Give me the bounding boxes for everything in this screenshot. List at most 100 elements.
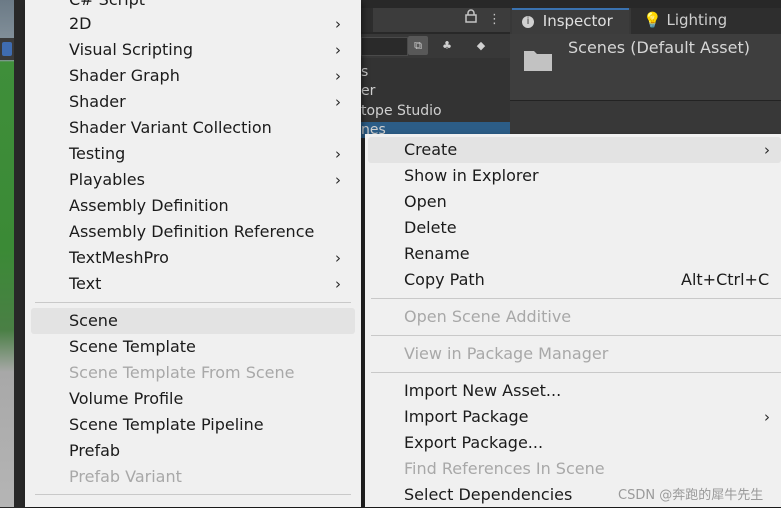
chevron-right-icon: › bbox=[335, 93, 341, 111]
menu-item-rename[interactable]: Rename bbox=[404, 241, 470, 267]
menu-item-export-package[interactable]: Export Package... bbox=[404, 430, 543, 456]
menu-item-label: Playables bbox=[69, 170, 145, 189]
menu-item-open[interactable]: Open bbox=[404, 189, 447, 215]
menu-item-label: TextMeshPro bbox=[69, 248, 169, 267]
menu-item-label: Assembly Definition Reference bbox=[69, 222, 315, 241]
menu-item-copy-path[interactable]: Copy Path Alt+Ctrl+C bbox=[404, 267, 769, 293]
menu-separator bbox=[35, 494, 351, 495]
chevron-right-icon: › bbox=[335, 67, 341, 85]
menu-item-textmeshpro[interactable]: TextMeshPro › bbox=[69, 245, 349, 271]
menu-item-label: Export Package... bbox=[404, 433, 544, 452]
kebab-menu-icon[interactable]: ⋮ bbox=[488, 8, 501, 32]
menu-separator bbox=[371, 298, 781, 299]
menu-item-label: View in Package Manager bbox=[404, 344, 609, 363]
watermark: CSDN @奔跑的犀牛先生 bbox=[618, 488, 764, 503]
menu-item-delete[interactable]: Delete bbox=[404, 215, 457, 241]
menu-item-text[interactable]: Text › bbox=[69, 271, 349, 297]
create-submenu: C# Script 2D › Visual Scripting › Shader… bbox=[25, 0, 361, 507]
tab-lighting[interactable]: 💡 Lighting bbox=[631, 8, 781, 34]
menu-item-label: Scene Template Pipeline bbox=[69, 415, 264, 434]
chevron-right-icon: › bbox=[335, 171, 341, 189]
menu-item-label: Text bbox=[69, 274, 102, 293]
project-item[interactable]: tope Studio bbox=[361, 103, 501, 119]
chevron-right-icon: › bbox=[335, 41, 341, 59]
shortcut-label: Alt+Ctrl+C bbox=[681, 270, 770, 289]
menu-item-shader-variant-collection[interactable]: Shader Variant Collection bbox=[69, 115, 349, 141]
chevron-right-icon: › bbox=[335, 275, 341, 293]
chevron-right-icon: › bbox=[335, 15, 341, 33]
scene-view[interactable] bbox=[0, 0, 14, 507]
menu-item-label: Scene bbox=[69, 311, 118, 330]
menu-item-2d[interactable]: 2D › bbox=[69, 11, 349, 37]
menu-item-label: Prefab bbox=[69, 441, 121, 460]
menu-item-import-package[interactable]: Import Package › bbox=[404, 404, 774, 430]
menu-item-label: Import Package bbox=[404, 407, 529, 426]
menu-separator bbox=[371, 372, 781, 373]
menu-item-scene-template-pipeline[interactable]: Scene Template Pipeline bbox=[69, 412, 264, 438]
menu-item-label: Shader bbox=[69, 92, 126, 111]
inspector-tab-label: Inspector bbox=[542, 12, 613, 30]
menu-item-label: 2D bbox=[69, 14, 92, 33]
menu-item-label: Testing bbox=[69, 144, 126, 163]
menu-item-label: Select Dependencies bbox=[404, 485, 573, 504]
tab-inspector[interactable]: i Inspector bbox=[512, 8, 629, 34]
menu-item-find-references-in-scene: Find References In Scene bbox=[404, 456, 605, 482]
menu-item-label: Delete bbox=[404, 218, 457, 237]
menu-item-label: Rename bbox=[404, 244, 470, 263]
menu-item-label: Create bbox=[404, 140, 458, 159]
menu-item-label: Prefab Variant bbox=[69, 467, 182, 486]
menu-item-shader-graph[interactable]: Shader Graph › bbox=[69, 63, 349, 89]
menu-item-visual-scripting[interactable]: Visual Scripting › bbox=[69, 37, 349, 63]
menu-item-label: Scene Template bbox=[69, 337, 196, 356]
menu-item-assembly-definition[interactable]: Assembly Definition bbox=[69, 193, 349, 219]
menu-item-label: Import New Asset... bbox=[404, 381, 562, 400]
menu-item-create[interactable]: Create › bbox=[368, 137, 781, 163]
chevron-right-icon: › bbox=[335, 145, 341, 163]
lock-icon[interactable] bbox=[465, 8, 477, 32]
menu-item-scene-template-from-scene: Scene Template From Scene bbox=[69, 360, 294, 386]
menu-item-import-new-asset[interactable]: Import New Asset... bbox=[404, 378, 561, 404]
menu-item-label: Show in Explorer bbox=[404, 166, 539, 185]
project-item[interactable]: er bbox=[361, 83, 501, 99]
lighting-tab-label: Lighting bbox=[666, 11, 728, 29]
menu-item-label: Volume Profile bbox=[69, 389, 184, 408]
menu-item-label: C# Script bbox=[69, 0, 145, 9]
menu-item-volume-profile[interactable]: Volume Profile bbox=[69, 386, 183, 412]
project-search-input[interactable] bbox=[361, 37, 408, 56]
search-by-type-icon[interactable]: ⧉ bbox=[408, 36, 428, 55]
menu-item-view-in-package-manager: View in Package Manager bbox=[404, 341, 608, 367]
scene-dropdown[interactable] bbox=[2, 42, 12, 56]
menu-item-prefab-variant: Prefab Variant bbox=[69, 464, 182, 490]
menu-item-shader[interactable]: Shader › bbox=[69, 89, 349, 115]
menu-item-prefab[interactable]: Prefab bbox=[69, 438, 120, 464]
menu-item-open-scene-additive: Open Scene Additive bbox=[404, 304, 571, 330]
menu-item-label: Visual Scripting bbox=[69, 40, 193, 59]
chevron-right-icon: › bbox=[764, 141, 770, 159]
info-icon: i bbox=[522, 15, 534, 28]
folder-icon bbox=[523, 48, 553, 72]
menu-separator bbox=[35, 302, 351, 303]
filter-by-label-icon[interactable]: ♣ bbox=[437, 36, 457, 55]
menu-item-label: Open bbox=[404, 192, 447, 211]
menu-item-scene[interactable]: Scene bbox=[31, 308, 355, 334]
menu-item-scene-template[interactable]: Scene Template bbox=[69, 334, 196, 360]
menu-item-testing[interactable]: Testing › bbox=[69, 141, 349, 167]
menu-item-label: Find References In Scene bbox=[404, 459, 605, 478]
project-tab[interactable] bbox=[361, 8, 373, 32]
menu-separator bbox=[371, 335, 781, 336]
menu-item-select-dependencies[interactable]: Select Dependencies bbox=[404, 482, 572, 508]
project-item[interactable]: s bbox=[361, 64, 501, 80]
menu-item-label: Scene Template From Scene bbox=[69, 363, 295, 382]
context-menu: Create › Show in Explorer Open Delete Re… bbox=[365, 134, 781, 507]
menu-item-label: Open Scene Additive bbox=[404, 307, 572, 326]
chevron-right-icon: › bbox=[764, 408, 770, 426]
menu-item-label: Shader Graph bbox=[69, 66, 180, 85]
menu-item-assembly-definition-reference[interactable]: Assembly Definition Reference bbox=[69, 219, 349, 245]
inspector-title: Scenes (Default Asset) bbox=[568, 38, 750, 57]
tag-icon[interactable]: ◆ bbox=[471, 36, 491, 55]
menu-item-playables[interactable]: Playables › bbox=[69, 167, 349, 193]
menu-item-label: Shader Variant Collection bbox=[69, 118, 272, 137]
menu-item-show-in-explorer[interactable]: Show in Explorer bbox=[404, 163, 539, 189]
menu-item-label: Assembly Definition bbox=[69, 196, 229, 215]
chevron-right-icon: › bbox=[335, 249, 341, 267]
